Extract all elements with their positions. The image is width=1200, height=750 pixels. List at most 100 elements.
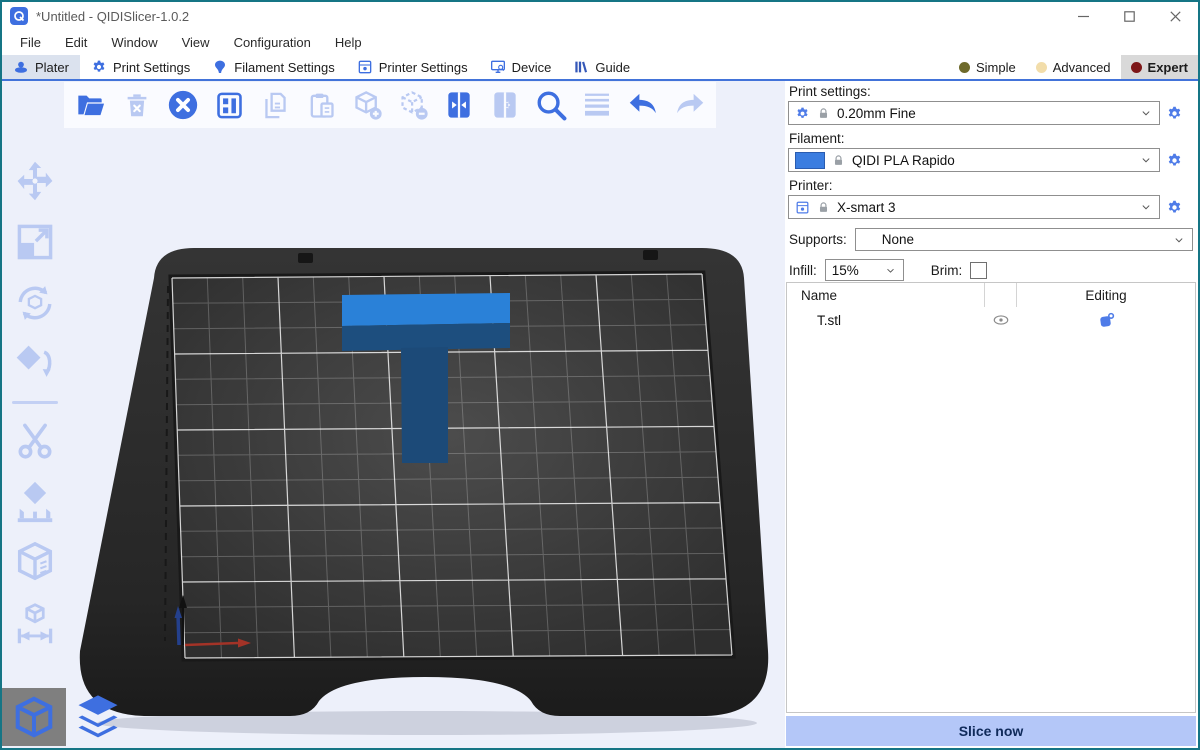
tab-filament-settings[interactable]: Filament Settings <box>201 55 345 79</box>
expert-dot-icon <box>1131 62 1142 73</box>
gear-icon <box>795 106 810 121</box>
tabbar: Plater Print Settings Filament Settings … <box>2 55 1198 81</box>
slice-now-button[interactable]: Slice now <box>786 716 1196 746</box>
filament-gear-button[interactable] <box>1166 152 1183 169</box>
eye-icon[interactable] <box>992 311 1010 329</box>
rotate-icon <box>12 280 58 326</box>
printer-label: Printer: <box>789 178 1198 193</box>
print-settings-combo[interactable]: 0.20mm Fine <box>788 101 1160 125</box>
printer-gear-button[interactable] <box>1166 199 1183 216</box>
app-logo-icon <box>10 7 28 25</box>
column-visibility <box>984 283 1017 307</box>
split-objects-button[interactable] <box>440 86 478 124</box>
print-bed-scene <box>2 81 785 748</box>
bed-clip-icon <box>643 250 658 260</box>
filament-value: QIDI PLA Rapido <box>852 153 1132 168</box>
filament-settings-tab-icon <box>212 59 228 75</box>
redo-icon <box>673 89 706 122</box>
arrange-icon <box>214 90 245 121</box>
place-on-face-button[interactable] <box>11 340 59 388</box>
move-button[interactable] <box>11 157 59 205</box>
preview-view-button[interactable] <box>66 688 130 746</box>
seam-icon <box>12 540 58 586</box>
cut-icon <box>13 419 57 463</box>
tab-plater[interactable]: Plater <box>2 55 80 79</box>
editor-view-button[interactable] <box>2 688 66 746</box>
3d-viewport[interactable] <box>2 81 785 748</box>
object-list-header: Name Editing <box>787 283 1195 307</box>
supports-label: Supports: <box>789 232 847 247</box>
print-settings-gear-button[interactable] <box>1166 105 1183 122</box>
tab-guide[interactable]: Guide <box>562 55 641 79</box>
object-name: T.stl <box>787 313 984 328</box>
editing-icon[interactable] <box>1097 311 1116 330</box>
add-instance-icon <box>351 89 384 122</box>
supports-combo[interactable]: None <box>855 228 1193 251</box>
menu-file[interactable]: File <box>10 32 51 53</box>
arrange-button[interactable] <box>210 86 248 124</box>
split-parts-icon <box>489 89 521 121</box>
view-mode-switch <box>2 688 130 746</box>
toolbar-separator <box>12 401 58 404</box>
undo-button[interactable] <box>624 86 662 124</box>
chevron-down-icon <box>1139 200 1153 214</box>
bed-clip-icon <box>298 253 313 263</box>
menu-window[interactable]: Window <box>101 32 167 53</box>
printer-icon <box>795 200 810 215</box>
brim-checkbox[interactable] <box>970 262 987 279</box>
search-button[interactable] <box>532 86 570 124</box>
chevron-down-icon <box>1139 153 1153 167</box>
menu-configuration[interactable]: Configuration <box>224 32 321 53</box>
tab-device[interactable]: Device <box>479 55 563 79</box>
infill-combo[interactable]: 15% <box>825 259 904 281</box>
maximize-button[interactable] <box>1106 2 1152 30</box>
paint-support-button[interactable] <box>11 478 59 526</box>
preview-layers-icon <box>72 691 124 743</box>
paste-button[interactable] <box>302 86 340 124</box>
open-button[interactable] <box>72 86 110 124</box>
supports-value: None <box>862 232 1165 247</box>
chevron-down-icon <box>1172 233 1186 247</box>
mode-simple[interactable]: Simple <box>949 55 1026 79</box>
split-parts-button[interactable] <box>486 86 524 124</box>
advanced-dot-icon <box>1036 62 1047 73</box>
device-tab-icon <box>490 59 506 75</box>
menu-view[interactable]: View <box>172 32 220 53</box>
tab-printer-settings[interactable]: Printer Settings <box>346 55 479 79</box>
paint-support-icon <box>12 479 58 525</box>
close-button[interactable] <box>1152 2 1198 30</box>
measure-button[interactable] <box>11 600 59 648</box>
infill-label: Infill: <box>789 263 817 278</box>
delete-button[interactable] <box>118 86 156 124</box>
remove-instance-button[interactable] <box>394 86 432 124</box>
menu-help[interactable]: Help <box>325 32 372 53</box>
editor-cube-icon <box>11 694 57 740</box>
tabbar-spacer <box>641 55 949 79</box>
add-instance-button[interactable] <box>348 86 386 124</box>
chevron-down-icon <box>884 264 897 277</box>
scale-button[interactable] <box>11 218 59 266</box>
copy-button[interactable] <box>256 86 294 124</box>
cut-button[interactable] <box>11 417 59 465</box>
menubar: File Edit Window View Configuration Help <box>2 30 1198 55</box>
printer-combo[interactable]: X-smart 3 <box>788 195 1160 219</box>
paste-icon <box>306 90 337 121</box>
filament-combo[interactable]: QIDI PLA Rapido <box>788 148 1160 172</box>
printer-value: X-smart 3 <box>837 200 1132 215</box>
menu-edit[interactable]: Edit <box>55 32 97 53</box>
mode-expert[interactable]: Expert <box>1121 55 1198 79</box>
simple-dot-icon <box>959 62 970 73</box>
column-name: Name <box>787 288 984 303</box>
object-row[interactable]: T.stl <box>787 307 1195 333</box>
mode-advanced[interactable]: Advanced <box>1026 55 1121 79</box>
tab-print-settings[interactable]: Print Settings <box>80 55 201 79</box>
minimize-button[interactable] <box>1060 2 1106 30</box>
search-icon <box>534 88 568 122</box>
filament-color-swatch <box>795 152 825 169</box>
variable-layer-height-button[interactable] <box>578 86 616 124</box>
redo-button[interactable] <box>670 86 708 124</box>
seam-button[interactable] <box>11 539 59 587</box>
delete-all-button[interactable] <box>164 86 202 124</box>
rotate-button[interactable] <box>11 279 59 327</box>
print-settings-tab-icon <box>91 59 107 75</box>
